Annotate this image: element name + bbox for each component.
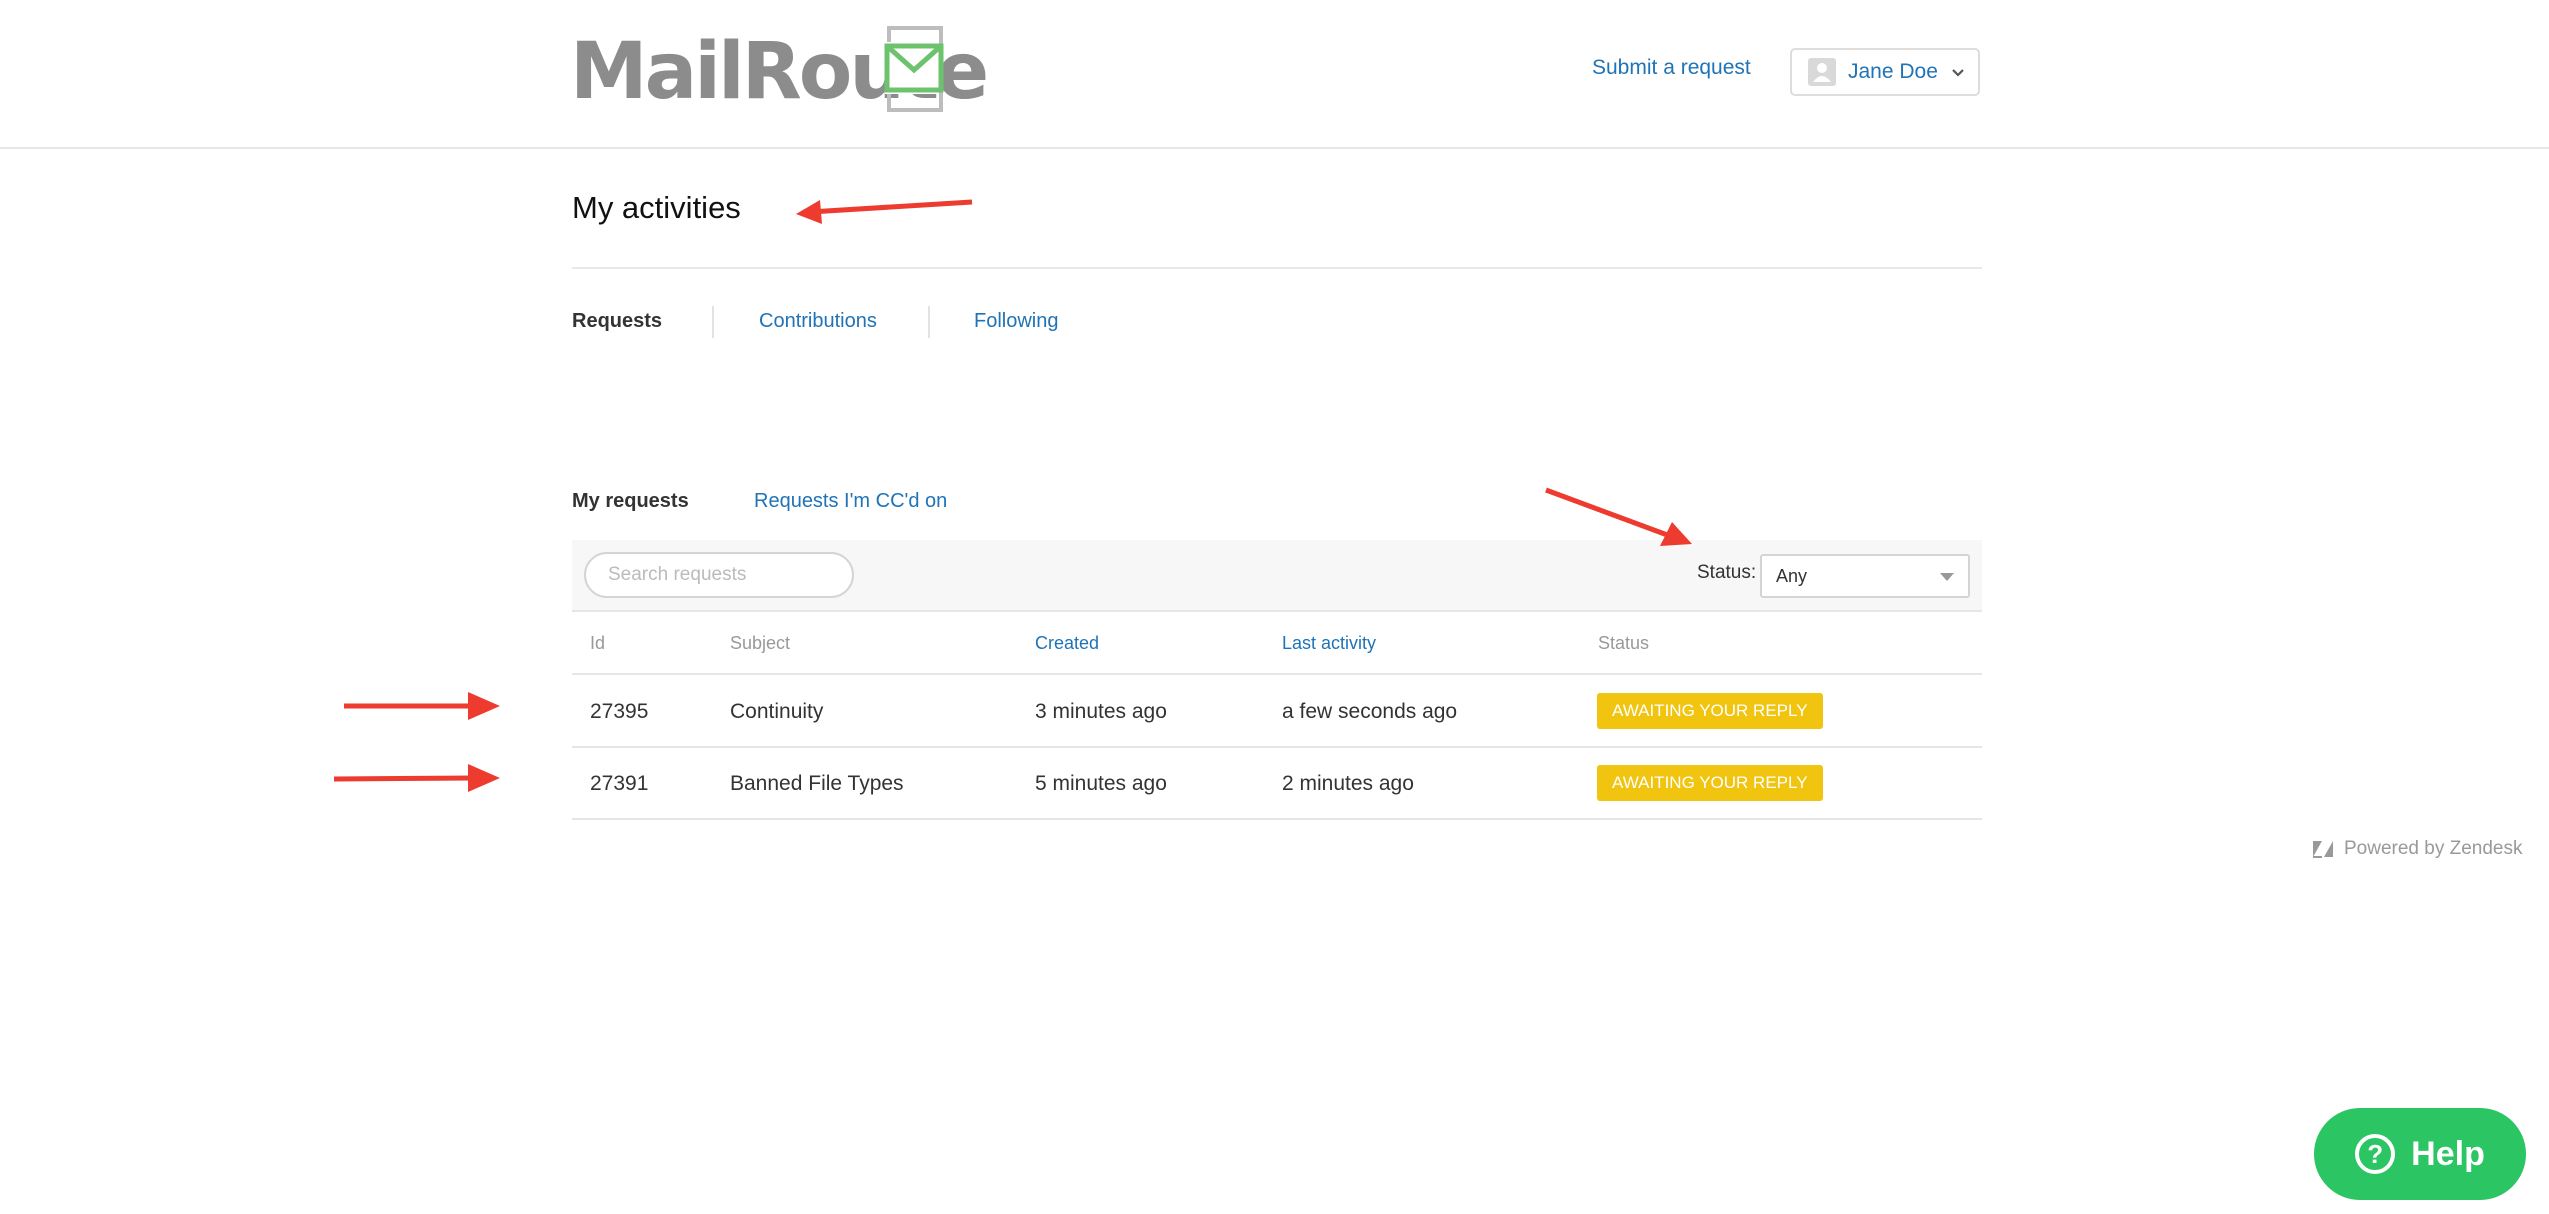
site-header: MailRoute Submit a request Jane Doe: [0, 0, 2549, 149]
tab-separator: [928, 306, 930, 338]
tab-following[interactable]: Following: [974, 310, 1058, 333]
requests-toolbar: Status: Any: [572, 540, 1982, 612]
help-button[interactable]: ? Help: [2314, 1108, 2526, 1200]
powered-by-zendesk[interactable]: Powered by Zendesk: [2312, 838, 2523, 860]
column-header-subject: Subject: [730, 633, 791, 653]
tab-separator: [712, 306, 714, 338]
page-title: My activities: [572, 190, 741, 225]
annotation-arrow: [333, 764, 500, 792]
user-silhouette-icon: [1813, 63, 1831, 82]
table-divider: [572, 746, 1982, 748]
subtab-cc-requests[interactable]: Requests I'm CC'd on: [754, 490, 947, 513]
annotation-arrow: [344, 692, 500, 720]
status-filter-value: Any: [1776, 565, 1808, 586]
zendesk-icon: [2313, 841, 2333, 858]
table-divider: [572, 818, 1982, 820]
request-created: 3 minutes ago: [1035, 700, 1167, 723]
tab-requests[interactable]: Requests: [572, 310, 662, 333]
column-header-id: Id: [590, 633, 606, 653]
request-subject-link[interactable]: Continuity: [730, 700, 823, 724]
request-subject-link[interactable]: Banned File Types: [730, 772, 904, 796]
status-filter-select[interactable]: Any: [1760, 554, 1970, 598]
column-header-created[interactable]: Created: [1035, 633, 1099, 654]
status-filter-label: Status:: [1697, 562, 1757, 583]
caret-down-icon: [1940, 573, 1954, 581]
help-label: Help: [2411, 1134, 2485, 1173]
column-header-status: Status: [1598, 633, 1650, 653]
table-divider: [572, 673, 1982, 675]
user-name: Jane Doe: [1848, 60, 1938, 83]
status-badge: AWAITING YOUR REPLY: [1597, 693, 1823, 729]
status-badge: AWAITING YOUR REPLY: [1597, 765, 1823, 801]
request-id: 27391: [590, 772, 649, 795]
chevron-down-icon: [1952, 69, 1964, 77]
envelope-logo-icon: [884, 26, 944, 112]
mailroute-logo[interactable]: MailRoute: [570, 24, 989, 120]
question-mark-icon: ?: [2355, 1134, 2396, 1174]
request-created: 5 minutes ago: [1035, 772, 1167, 795]
tab-contributions[interactable]: Contributions: [759, 310, 877, 333]
request-last-activity: a few seconds ago: [1282, 700, 1458, 723]
user-menu-button[interactable]: Jane Doe: [1790, 48, 1980, 96]
request-id: 27395: [590, 700, 649, 723]
search-input[interactable]: [584, 552, 854, 598]
column-header-last-activity[interactable]: Last activity: [1282, 633, 1376, 654]
divider: [572, 267, 1982, 269]
avatar: [1808, 58, 1836, 86]
powered-by-text: Powered by Zendesk: [2344, 838, 2523, 859]
request-last-activity: 2 minutes ago: [1282, 772, 1414, 795]
annotation-arrow: [1545, 487, 1692, 546]
submit-request-link[interactable]: Submit a request: [1592, 56, 1751, 80]
annotation-arrow: [796, 199, 973, 224]
subtab-my-requests[interactable]: My requests: [572, 490, 689, 513]
